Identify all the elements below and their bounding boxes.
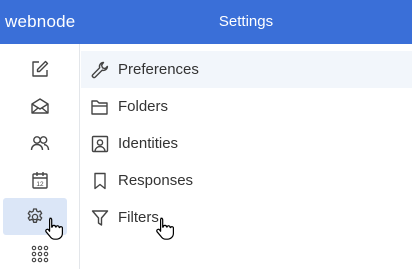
calendar-icon: 12: [32, 171, 48, 189]
sidebar-item-mail[interactable]: [0, 87, 80, 124]
section-identities[interactable]: Identities: [81, 125, 412, 162]
mail-icon: [31, 97, 49, 114]
sidebar-item-contacts[interactable]: [0, 124, 80, 161]
section-preferences[interactable]: Preferences: [81, 51, 412, 88]
compose-icon: [32, 60, 49, 77]
section-filters[interactable]: Filters: [81, 199, 412, 236]
hand-cursor-icon: [156, 217, 175, 240]
page-title: Settings: [218, 13, 274, 30]
section-folders[interactable]: Folders: [81, 88, 412, 125]
app-logo[interactable]: webnode: [5, 0, 75, 44]
section-label: Responses: [118, 172, 194, 189]
section-label: Folders: [118, 98, 169, 115]
section-responses[interactable]: Responses: [81, 162, 412, 199]
settings-section-list: Preferences Folders Identities Responses…: [81, 51, 412, 236]
filter-icon: [91, 209, 109, 226]
top-bar: webnode Settings: [0, 0, 412, 44]
hand-cursor-icon: [45, 217, 64, 240]
sidebar-item-apps[interactable]: [0, 235, 80, 269]
wrench-icon: [91, 61, 109, 78]
section-label: Filters: [118, 209, 159, 226]
contacts-icon: [30, 135, 50, 150]
gear-icon: [27, 207, 43, 223]
folder-icon: [91, 99, 108, 115]
sidebar-item-calendar[interactable]: 12: [0, 161, 80, 198]
sidebar: 12: [0, 44, 80, 269]
section-label: Preferences: [118, 61, 199, 78]
bookmark-icon: [94, 172, 106, 189]
apps-grid-icon: [31, 245, 49, 262]
sidebar-item-compose[interactable]: [0, 50, 80, 87]
calendar-day: 12: [36, 181, 44, 188]
identity-card-icon: [91, 135, 109, 152]
section-label: Identities: [118, 135, 179, 152]
